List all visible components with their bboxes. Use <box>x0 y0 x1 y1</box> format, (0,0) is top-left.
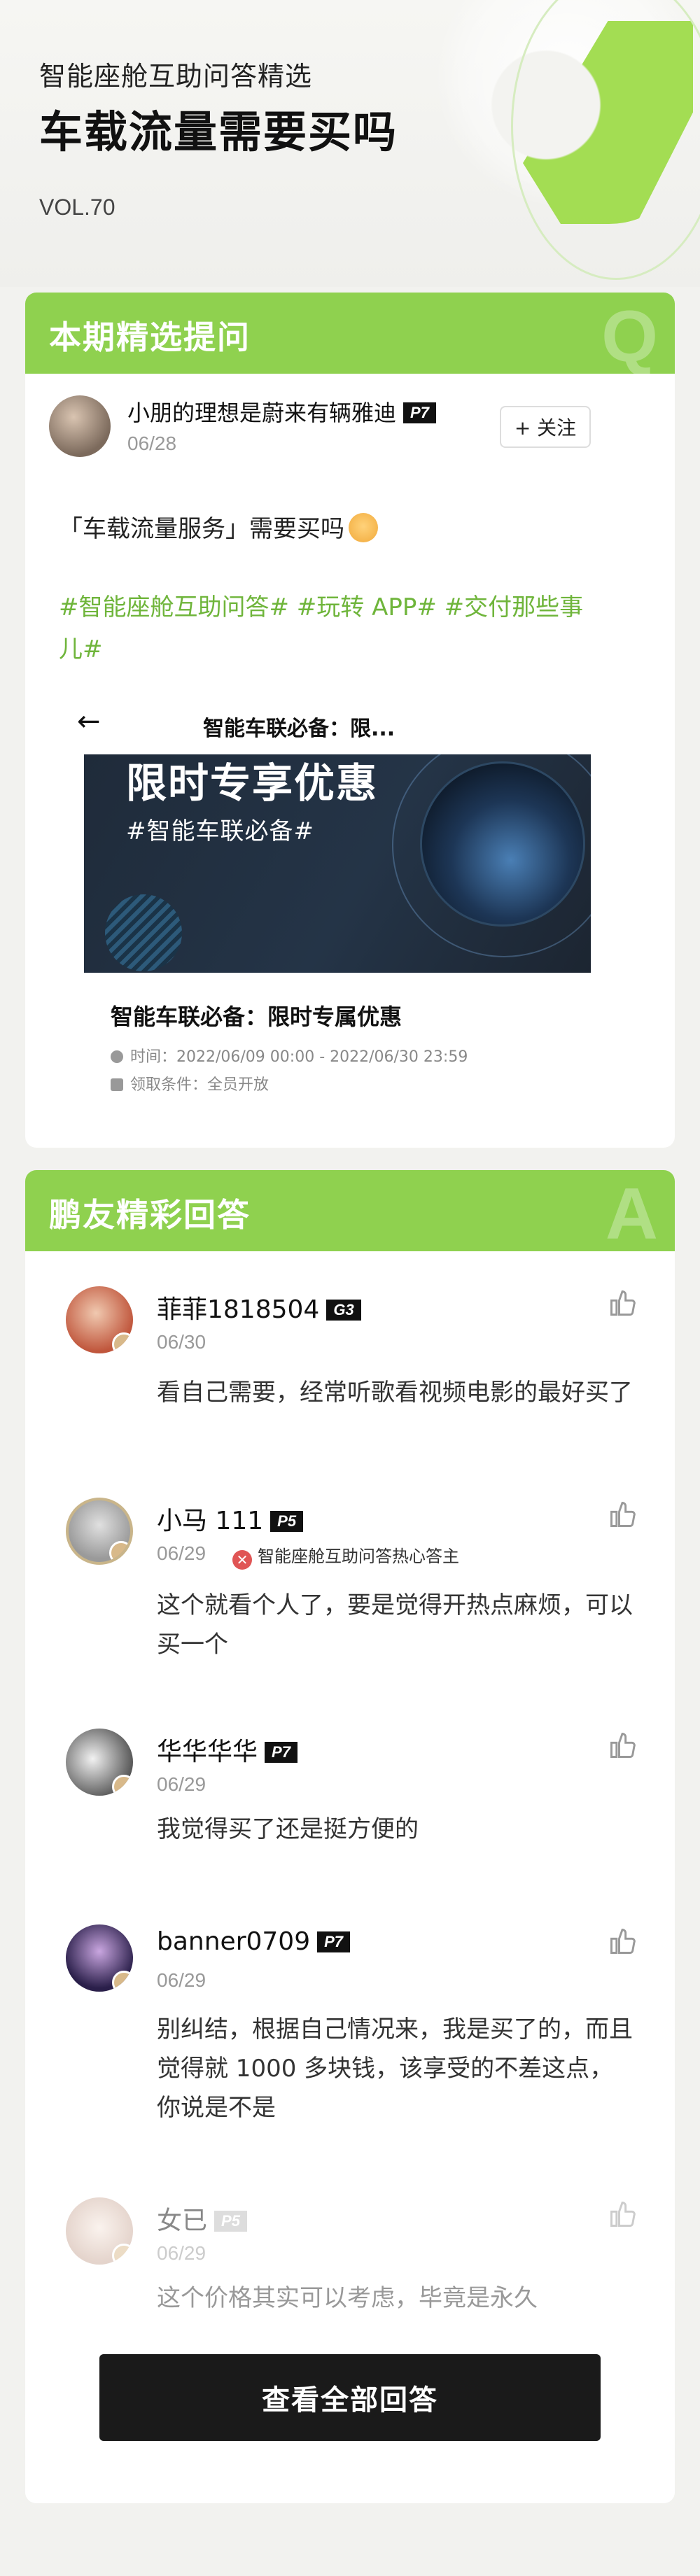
answer-date: 06/29 <box>157 1969 206 1991</box>
question-text: 「车载流量服务」需要买吗 <box>59 509 378 544</box>
answers-card-header: 鹏友精彩回答 A <box>25 1170 675 1255</box>
answer-avatar[interactable] <box>66 1924 133 1992</box>
page-header: 智能座舱互助问答精选 车载流量需要买吗 VOL.70 <box>0 0 700 287</box>
question-letter-watermark: Q <box>601 296 658 377</box>
view-all-answers-button[interactable]: 查看全部回答 <box>99 2354 601 2441</box>
answer-date: 06/29 <box>157 1773 206 1795</box>
promo-title[interactable]: 智能车联必备：限时专属优惠 <box>111 999 402 1032</box>
car-interior-image <box>420 761 585 927</box>
banner-stripe-decoration <box>105 894 182 971</box>
answer-level-badge: P5 <box>214 2211 247 2232</box>
volume-number: VOL.70 <box>39 195 115 220</box>
answer-avatar[interactable] <box>66 1498 133 1565</box>
answer-level-badge: P7 <box>265 1742 298 1763</box>
answer-level-badge: P7 <box>317 1931 351 1952</box>
question-topic-tags[interactable]: #智能座舱互助问答# #玩转 APP# #交付那些事儿# <box>59 586 605 670</box>
promo-time: 时间：2022/06/09 00:00 - 2022/06/30 23:59 <box>130 1048 468 1066</box>
question-section-title: 本期精选提问 <box>49 318 251 356</box>
answer-text: 我觉得买了还是挺方便的 <box>157 1815 419 1843</box>
medal-badge-icon <box>112 1332 133 1353</box>
answer-author-row[interactable]: 菲菲1818504 G3 <box>157 1289 361 1325</box>
medal-badge-icon <box>112 1971 133 1992</box>
banner-subtitle: #智能车联必备# <box>126 817 314 845</box>
medal-badge-icon <box>112 2244 133 2265</box>
answer-date: 06/29 <box>157 2242 206 2264</box>
answer-avatar[interactable] <box>66 2197 133 2265</box>
hot-answerer-icon: ✕ <box>232 1550 252 1570</box>
answer-author-row[interactable]: 小马 111 P5 <box>157 1500 304 1537</box>
answer-avatar[interactable] <box>66 1729 133 1796</box>
users-icon <box>111 1078 123 1091</box>
asker-name-row[interactable]: 小朋的理想是蔚来有辆雅迪 P7 <box>127 395 436 428</box>
hot-answerer-label: 智能座舱互助问答热心答主 <box>258 1547 459 1566</box>
answer-date: 06/30 <box>157 1331 206 1353</box>
thumbs-up-icon[interactable] <box>608 1288 638 1318</box>
answer-author[interactable]: 菲菲1818504 <box>157 1295 319 1324</box>
answers-section-title: 鹏友精彩回答 <box>49 1196 251 1234</box>
back-arrow-icon[interactable]: ← <box>77 705 101 738</box>
embed-page-title: 智能车联必备：限... <box>203 717 396 741</box>
question-card-header: 本期精选提问 Q <box>25 293 675 377</box>
clock-icon <box>111 1050 123 1063</box>
answer-text: 这个价格其实可以考虑，毕竟是永久 <box>157 2284 538 2312</box>
promo-condition: 领取条件：全员开放 <box>130 1076 270 1094</box>
asker-level-badge: P7 <box>403 402 436 423</box>
promo-time-row: 时间：2022/06/09 00:00 - 2022/06/30 23:59 <box>111 1044 468 1067</box>
answer-author[interactable]: banner0709 <box>157 1927 310 1956</box>
answer-text: 别纠结，根据自己情况来，我是买了的，而且觉得就 1000 多块钱，该享受的不差这… <box>157 2015 633 2122</box>
medal-badge-icon <box>112 1775 133 1796</box>
banner-title: 限时专享优惠 <box>126 759 379 807</box>
page-title: 车载流量需要买吗 <box>39 106 398 157</box>
answers-card: 鹏友精彩回答 A 菲菲1818504 G3 06/30 看自己需要，经常听歌看视频… <box>25 1170 675 2503</box>
answer-avatar[interactable] <box>66 1286 133 1353</box>
asker-avatar[interactable] <box>49 395 111 457</box>
thumbs-up-icon[interactable] <box>608 1730 638 1761</box>
answer-level-badge: G3 <box>326 1300 361 1321</box>
question-card: 本期精选提问 Q 小朋的理想是蔚来有辆雅迪 P7 06/28 + 关注 「车载流量… <box>25 293 675 1148</box>
answer-author-row[interactable]: 华华华华 P7 <box>157 1731 298 1768</box>
follow-button[interactable]: + 关注 <box>500 406 591 448</box>
header-subtitle: 智能座舱互助问答精选 <box>39 61 313 92</box>
answer-text: 这个就看个人了，要是觉得开热点麻烦，可以买一个 <box>157 1591 633 1659</box>
medal-badge-icon <box>109 1541 130 1562</box>
thinking-face-emoji-icon <box>349 513 378 542</box>
header-ring-decoration <box>511 0 700 280</box>
question-date: 06/28 <box>127 432 177 454</box>
embed-page-header: ← 智能车联必备：限... <box>77 703 581 745</box>
asker-name[interactable]: 小朋的理想是蔚来有辆雅迪 <box>127 400 396 426</box>
answer-author[interactable]: 小马 111 <box>157 1507 263 1535</box>
answer-author-row[interactable]: 女已 P5 <box>157 2200 247 2237</box>
answer-author[interactable]: 女已 <box>157 2207 207 2235</box>
answer-level-badge: P5 <box>270 1511 304 1532</box>
thumbs-up-icon[interactable] <box>608 2199 638 2230</box>
answer-text: 看自己需要，经常听歌看视频电影的最好买了 <box>157 1379 633 1407</box>
promo-banner-image[interactable]: 限时专享优惠 #智能车联必备# <box>84 754 591 973</box>
thumbs-up-icon[interactable] <box>608 1926 638 1957</box>
thumbs-up-icon[interactable] <box>608 1499 638 1530</box>
answer-author[interactable]: 华华华华 <box>157 1738 258 1766</box>
question-text-content: 「车载流量服务」需要买吗 <box>59 515 344 543</box>
answer-date: 06/29 <box>157 1542 206 1564</box>
promo-condition-row: 领取条件：全员开放 <box>111 1072 269 1095</box>
answer-letter-watermark: A <box>605 1174 658 1255</box>
answer-author-row[interactable]: banner0709 P7 <box>157 1927 351 1956</box>
hot-answerer-tag: ✕ 智能座舱互助问答热心答主 <box>232 1542 459 1570</box>
